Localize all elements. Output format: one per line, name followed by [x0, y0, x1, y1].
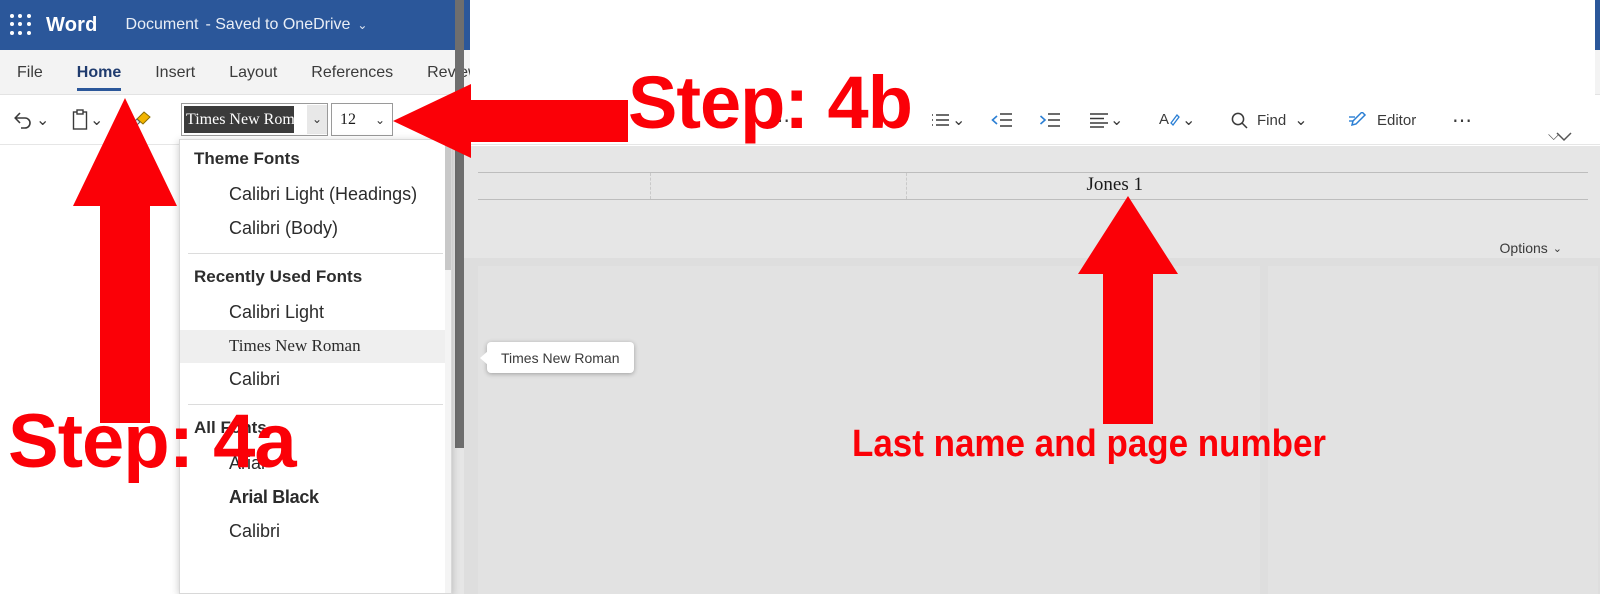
header-table-top-border	[478, 172, 1588, 173]
chevron-down-icon[interactable]: ⌄	[1294, 110, 1307, 130]
undo-button[interactable]: ⌄	[12, 95, 49, 145]
tab-file[interactable]: File	[0, 50, 60, 95]
font-option-calibri-light-headings[interactable]: Calibri Light (Headings)	[180, 178, 451, 212]
header-table-divider	[906, 173, 907, 199]
chevron-down-icon[interactable]: ⌄	[36, 110, 49, 130]
annotation-step-4a: Step: 4a	[8, 399, 297, 484]
vertical-scrollbar-thumb[interactable]	[455, 0, 464, 448]
document-name: Document	[125, 16, 199, 33]
arrow-left-font-size	[393, 84, 628, 158]
font-size-value: 12	[340, 110, 356, 128]
chevron-down-icon[interactable]: ⌄	[307, 105, 327, 134]
font-option-times-new-roman[interactable]: Times New Roman	[180, 330, 451, 363]
font-menu-scrollbar-thumb[interactable]	[445, 140, 451, 270]
header-last-name-page-number[interactable]: Jones 1	[1087, 172, 1148, 198]
font-name-value: Times New Roma	[184, 106, 294, 133]
chevron-down-icon[interactable]: ⌄	[357, 18, 367, 32]
header-table-bottom-border	[478, 199, 1588, 200]
header-options-button[interactable]: Options ⌄	[1500, 240, 1562, 256]
save-status: - Saved to OneDrive	[205, 16, 351, 33]
header-options-label: Options	[1499, 240, 1548, 256]
font-option-arial-black[interactable]: Arial Black	[180, 481, 451, 515]
annotation-caption: Last name and page number	[852, 423, 1327, 465]
arrow-up-font-box	[73, 98, 177, 423]
chevron-down-icon[interactable]: ⌄	[1182, 110, 1195, 130]
arrow-up-header-text	[1078, 196, 1178, 424]
font-size-combobox[interactable]: 12 ⌄	[331, 103, 393, 136]
font-option-calibri-light[interactable]: Calibri Light	[180, 296, 451, 330]
app-launcher-icon[interactable]	[10, 14, 32, 36]
font-option-calibri-recent[interactable]: Calibri	[180, 363, 451, 397]
tab-insert[interactable]: Insert	[138, 50, 212, 95]
chevron-down-icon[interactable]: ⌄	[952, 110, 965, 130]
font-menu-scrollbar[interactable]	[445, 140, 451, 593]
font-option-calibri-body[interactable]: Calibri (Body)	[180, 212, 451, 246]
find-label: Find	[1257, 111, 1287, 129]
font-name-dropdown-menu[interactable]: Theme Fonts Calibri Light (Headings) Cal…	[179, 139, 452, 594]
chevron-down-icon[interactable]: ⌄	[375, 113, 385, 127]
font-option-calibri[interactable]: Calibri	[180, 515, 451, 549]
document-title-group[interactable]: Document - Saved to OneDrive ⌄	[126, 16, 368, 34]
tab-home[interactable]: Home	[60, 50, 138, 95]
editor-label: Editor	[1377, 111, 1417, 129]
font-group-header-recent: Recently Used Fonts	[194, 267, 363, 286]
vertical-scrollbar-track[interactable]	[455, 0, 464, 448]
annotation-step-4b: Step: 4b	[628, 61, 913, 144]
header-table-divider	[650, 173, 651, 199]
chevron-down-icon[interactable]: ⌄	[1110, 110, 1123, 130]
tab-layout[interactable]: Layout	[212, 50, 294, 95]
app-name: Word	[46, 13, 98, 36]
svg-text:A: A	[1159, 111, 1169, 128]
font-name-combobox[interactable]: Times New Roma ⌄	[181, 103, 328, 136]
chevron-down-icon[interactable]: ⌄	[1553, 242, 1562, 255]
menu-divider	[188, 253, 443, 254]
font-tooltip: Times New Roman	[480, 342, 634, 373]
